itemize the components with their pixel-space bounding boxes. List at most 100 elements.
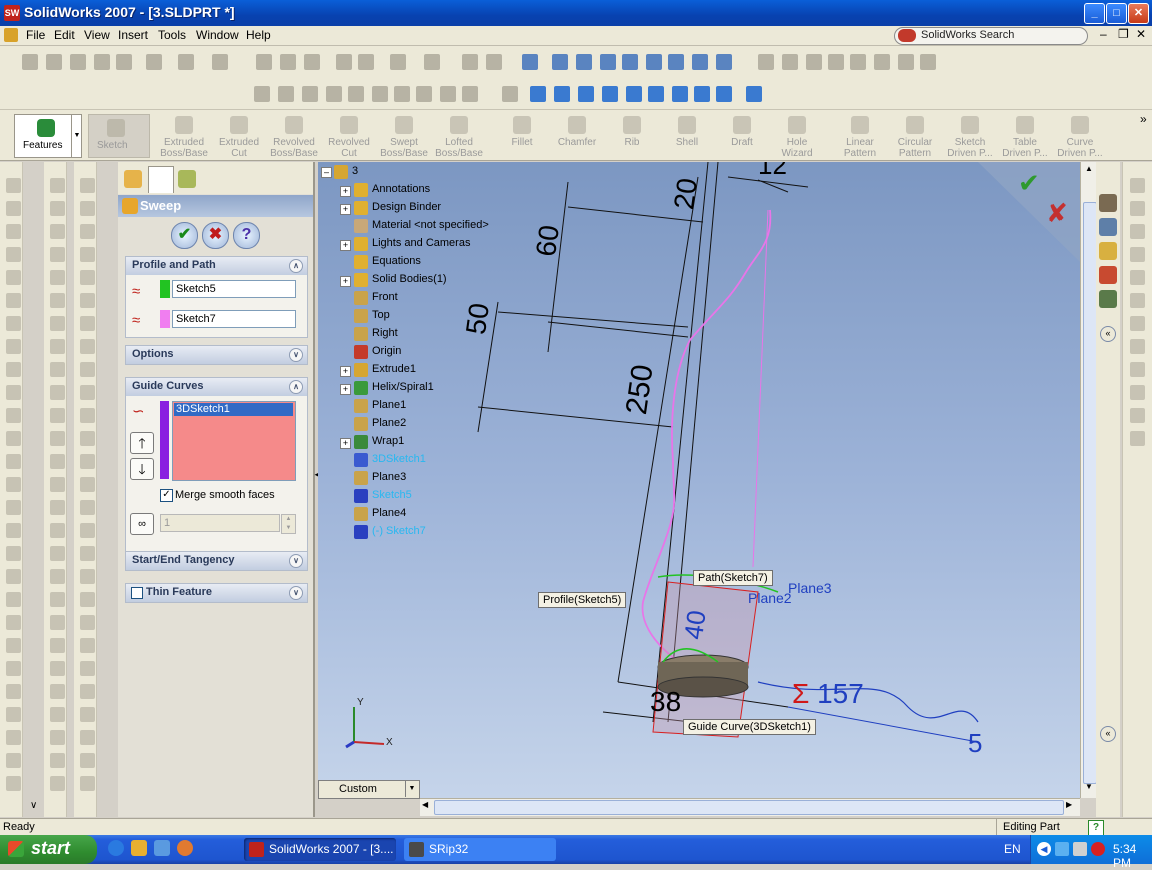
network-icon[interactable] (1055, 842, 1069, 856)
vertical-tool-icon[interactable] (80, 661, 95, 676)
toolbar-button-icon[interactable] (668, 54, 684, 70)
vertical-tool-icon[interactable] (50, 454, 65, 469)
vertical-tool-icon[interactable] (80, 477, 95, 492)
vertical-tool-icon[interactable] (80, 730, 95, 745)
start-button[interactable]: start (0, 835, 97, 864)
vertical-tool-icon[interactable] (1130, 247, 1145, 262)
menu-file[interactable]: File (26, 28, 45, 42)
vertical-tool-icon[interactable] (6, 178, 21, 193)
command-6-button[interactable]: Fillet (495, 116, 549, 148)
toolbar-button-icon[interactable] (672, 86, 688, 102)
vertical-tool-icon[interactable] (6, 684, 21, 699)
sketch-tab[interactable]: Sketch (88, 114, 150, 158)
toolbar-button-icon[interactable] (758, 54, 774, 70)
vertical-tool-icon[interactable] (50, 776, 65, 791)
vertical-tool-icon[interactable] (50, 661, 65, 676)
toolbar-button-icon[interactable] (554, 86, 570, 102)
vertical-tool-icon[interactable] (50, 201, 65, 216)
vertical-tool-icon[interactable] (6, 293, 21, 308)
options-group-header[interactable]: Options ∨ (125, 345, 308, 365)
vertical-tool-icon[interactable] (6, 592, 21, 607)
vertical-tool-icon[interactable] (50, 339, 65, 354)
vertical-tool-icon[interactable] (80, 362, 95, 377)
ok-button[interactable]: ✔ (171, 222, 198, 249)
tree-expand-toggle[interactable]: + (340, 186, 351, 197)
minimize-button[interactable]: _ (1084, 3, 1105, 24)
language-indicator[interactable]: EN (1004, 842, 1021, 856)
vertical-tool-icon[interactable] (6, 362, 21, 377)
tree-expand-toggle[interactable]: + (340, 204, 351, 215)
vertical-tool-icon[interactable] (80, 431, 95, 446)
vertical-tool-icon[interactable] (6, 776, 21, 791)
security-alert-icon[interactable] (1091, 842, 1105, 856)
dimension-157[interactable]: Σ 157 (792, 678, 864, 710)
vertical-tool-icon[interactable] (1130, 178, 1145, 193)
vertical-tool-icon[interactable] (80, 523, 95, 538)
menu-edit[interactable]: Edit (54, 28, 75, 42)
menu-view[interactable]: View (84, 28, 110, 42)
vertical-tool-icon[interactable] (50, 316, 65, 331)
dimension-50[interactable]: 50 (460, 301, 496, 336)
toolbar-button-icon[interactable] (372, 86, 388, 102)
quicklaunch-icon[interactable] (131, 840, 147, 856)
view-palette-icon[interactable] (1099, 290, 1117, 308)
vertical-tool-icon[interactable] (80, 753, 95, 768)
vertical-tool-icon[interactable] (1130, 270, 1145, 285)
confirm-checkmark-icon[interactable]: ✔ (1018, 169, 1040, 199)
vertical-tool-icon[interactable] (6, 431, 21, 446)
menu-tools[interactable]: Tools (158, 28, 186, 42)
vertical-tool-icon[interactable] (1130, 339, 1145, 354)
vertical-tool-icon[interactable] (1130, 201, 1145, 216)
expand-chevron-icon[interactable]: ∨ (289, 586, 303, 600)
toolbar-button-icon[interactable] (646, 54, 662, 70)
collapse-pane-icon[interactable]: « (1100, 326, 1116, 342)
menu-window[interactable]: Window (196, 28, 239, 42)
path-field[interactable]: Sketch7 (172, 310, 296, 328)
design-library-icon[interactable] (1099, 218, 1117, 236)
menu-insert[interactable]: Insert (118, 28, 148, 42)
search-results-icon[interactable] (1099, 266, 1117, 284)
toolbar-button-icon[interactable] (424, 54, 440, 70)
vertical-tool-icon[interactable] (50, 270, 65, 285)
toolbar-button-icon[interactable] (576, 54, 592, 70)
toolbar-button-icon[interactable] (22, 54, 38, 70)
solidworks-search-field[interactable]: SolidWorks Search (894, 27, 1088, 45)
media-player-icon[interactable] (177, 840, 193, 856)
toolbar-button-icon[interactable] (920, 54, 936, 70)
vertical-tool-icon[interactable] (50, 500, 65, 515)
scroll-right-icon[interactable]: ▶ (1066, 800, 1072, 809)
dimension-20[interactable]: 20 (668, 176, 704, 211)
command-7-button[interactable]: Chamfer (550, 116, 604, 148)
maximize-button[interactable]: □ (1106, 3, 1127, 24)
vertical-tool-icon[interactable] (1130, 385, 1145, 400)
vertical-tool-icon[interactable] (80, 408, 95, 423)
vertical-tool-icon[interactable] (80, 776, 95, 791)
vertical-tool-icon[interactable] (50, 753, 65, 768)
help-status-icon[interactable]: ? (1088, 820, 1104, 836)
toolbar-button-icon[interactable] (146, 54, 162, 70)
configurationmanager-tab-icon[interactable] (178, 170, 196, 188)
toolbar-button-icon[interactable] (302, 86, 318, 102)
section-spin-field[interactable]: 1 (160, 514, 280, 532)
vertical-tool-icon[interactable] (80, 569, 95, 584)
vertical-tool-icon[interactable] (6, 385, 21, 400)
vertical-tool-icon[interactable] (1130, 431, 1145, 446)
toolbar-button-icon[interactable] (462, 54, 478, 70)
command-0-button[interactable]: Extruded Boss/Base (157, 116, 211, 159)
vertical-tool-icon[interactable] (6, 615, 21, 630)
vertical-tool-icon[interactable] (50, 592, 65, 607)
vertical-tool-icon[interactable] (50, 546, 65, 561)
view-config-dropdown[interactable]: Custom ▼ (318, 780, 420, 799)
vertical-tool-icon[interactable] (80, 707, 95, 722)
vertical-tool-icon[interactable] (80, 293, 95, 308)
solidworks-app-icon[interactable]: SW (4, 5, 20, 21)
command-1-button[interactable]: Extruded Cut (212, 116, 266, 159)
toolbar-button-icon[interactable] (326, 86, 342, 102)
command-4-button[interactable]: Swept Boss/Base (377, 116, 431, 159)
propertymanager-tab-icon[interactable] (148, 166, 174, 193)
toolbar-button-icon[interactable] (280, 54, 296, 70)
toolbar-button-icon[interactable] (212, 54, 228, 70)
profile-and-path-group-header[interactable]: Profile and Path ∧ (125, 256, 308, 276)
toolbar-button-icon[interactable] (694, 86, 710, 102)
command-10-button[interactable]: Draft (715, 116, 769, 148)
